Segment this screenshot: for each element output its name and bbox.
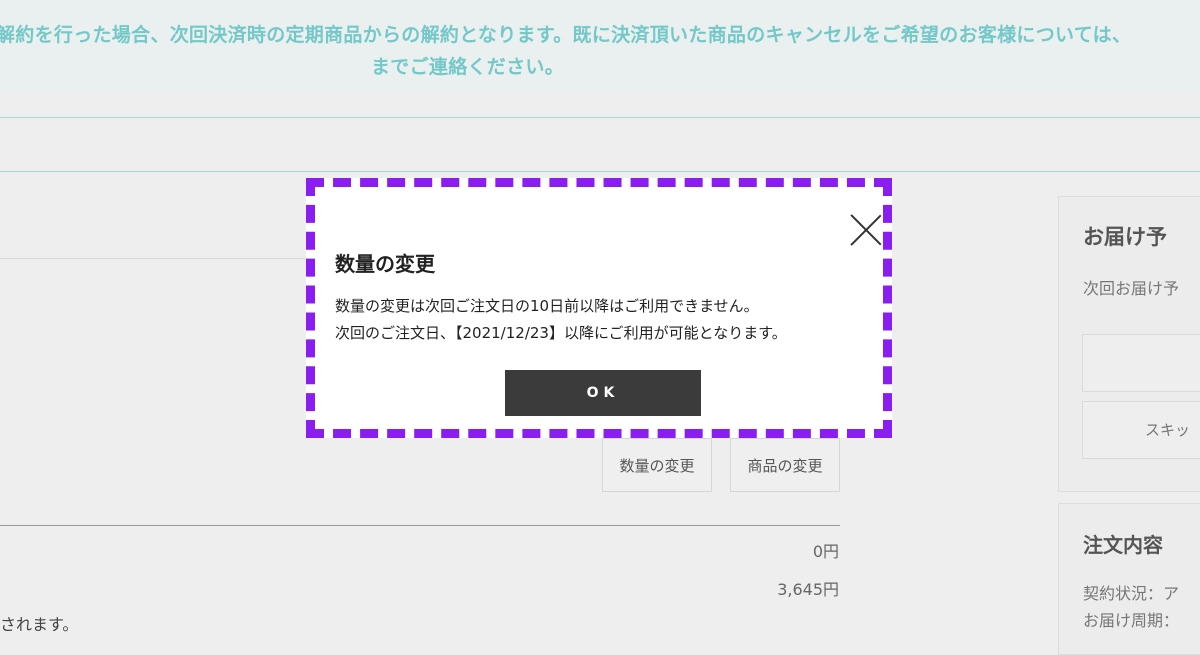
- notice-banner: 解約を行った場合、次回決済時の定期商品からの解約となります。既に決済頂いた商品の…: [0, 0, 1200, 94]
- delivery-date-box[interactable]: [1082, 334, 1200, 392]
- change-quantity-button[interactable]: 数量の変更: [602, 438, 712, 492]
- ok-button[interactable]: OK: [505, 370, 701, 416]
- quantity-change-modal: 数量の変更 数量の変更は次回ご注文日の10日前以降はご利用できません。 次回のご…: [306, 178, 892, 438]
- notice-text-line2: までご連絡ください。: [371, 56, 565, 78]
- divider-line: [0, 117, 1200, 118]
- modal-message-line1: 数量の変更は次回ご注文日の10日前以降はご利用できません。: [335, 297, 759, 315]
- order-card-title: 注文内容: [1083, 533, 1163, 557]
- price-zero: 0円: [812, 542, 839, 561]
- skip-button-label: スキッ: [1145, 421, 1191, 439]
- notice-text-line1: 解約を行った場合、次回決済時の定期商品からの解約となります。既に決済頂いた商品の…: [0, 24, 1132, 46]
- skip-button[interactable]: スキッ: [1082, 401, 1200, 459]
- delivery-card-subtitle: 次回お届け予: [1083, 279, 1180, 298]
- close-icon[interactable]: [849, 213, 883, 247]
- delivery-cycle-label: お届け周期：: [1083, 611, 1180, 630]
- change-product-button[interactable]: 商品の変更: [730, 438, 840, 492]
- price-total: 3,645円: [777, 580, 839, 599]
- order-content-card: 注文内容 契約状況：ア お届け周期：: [1058, 503, 1200, 655]
- delivery-card-title: お届け予: [1083, 225, 1167, 249]
- modal-title: 数量の変更: [335, 252, 435, 276]
- modal-message-line2: 次回のご注文日、【2021/12/23】以降にご利用が可能となります。: [335, 324, 787, 342]
- price-divider: [0, 525, 840, 526]
- contract-status-label: 契約状況：ア: [1083, 584, 1180, 603]
- order-note-text: されます。: [0, 615, 79, 634]
- delivery-schedule-card: お届け予 次回お届け予 スキッ: [1058, 196, 1200, 492]
